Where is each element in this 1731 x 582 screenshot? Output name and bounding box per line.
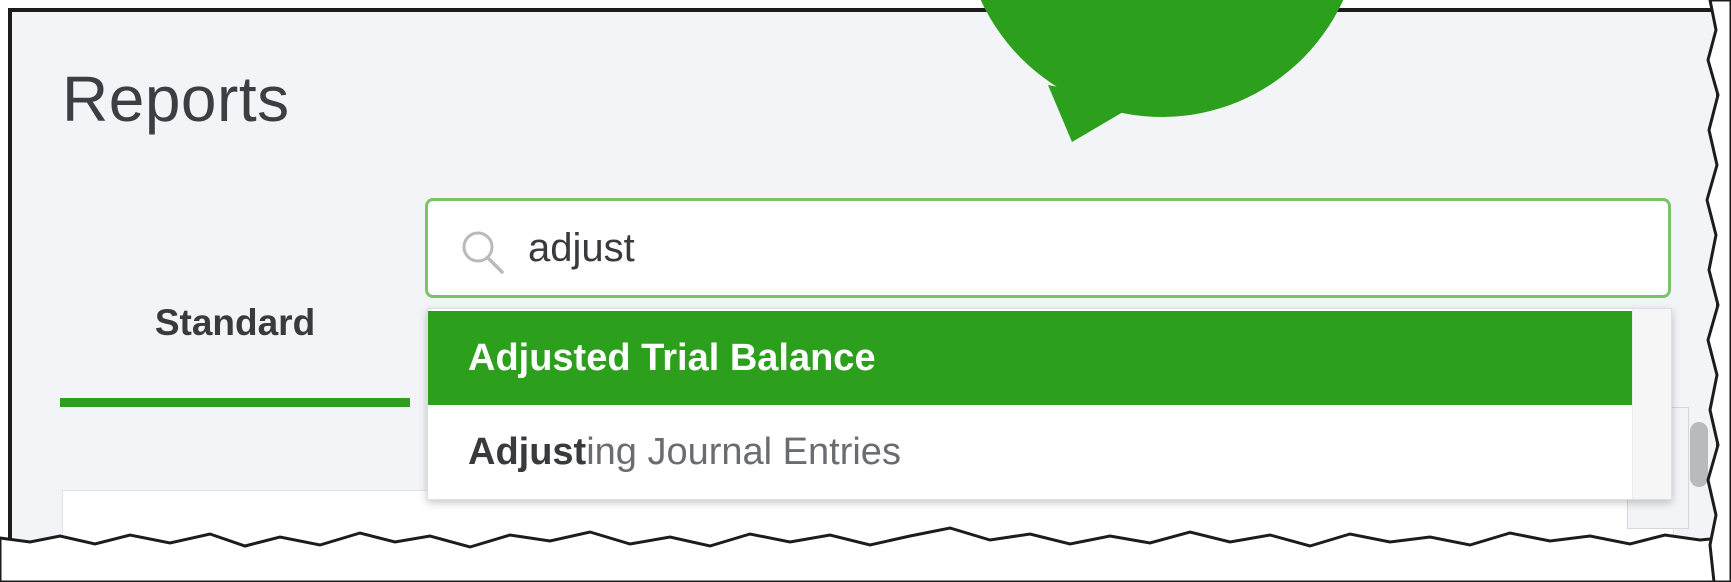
reports-page: Reports Standard Adjusted Trial Balance … bbox=[8, 0, 1720, 582]
dropdown-scrollbar[interactable] bbox=[1632, 309, 1671, 499]
tab-active-indicator bbox=[60, 398, 410, 407]
torn-edge-right bbox=[1705, 0, 1731, 582]
search-suggestions-dropdown: Adjusted Trial Balance Adjusting Journal… bbox=[427, 308, 1672, 500]
search-icon bbox=[462, 231, 504, 274]
screenshot-frame: Reports Standard Adjusted Trial Balance … bbox=[0, 0, 1731, 582]
suggestion-label: Adjusted Trial Balance bbox=[468, 337, 876, 379]
suggestion-adjusted-trial-balance[interactable]: Adjusted Trial Balance bbox=[428, 311, 1632, 405]
suggestion-match-text: Adjust bbox=[468, 431, 587, 473]
torn-edge-bottom bbox=[0, 526, 1731, 582]
suggestion-adjusting-journal-entries[interactable]: Adjusting Journal Entries bbox=[428, 405, 1632, 499]
callout-bubble bbox=[962, 0, 1362, 117]
page-title: Reports bbox=[62, 63, 290, 135]
tab-standard[interactable]: Standard bbox=[60, 302, 410, 344]
report-search-box[interactable] bbox=[425, 198, 1671, 298]
suggestion-label-rest: ing Journal Entries bbox=[586, 431, 901, 473]
search-input[interactable] bbox=[528, 215, 1628, 281]
